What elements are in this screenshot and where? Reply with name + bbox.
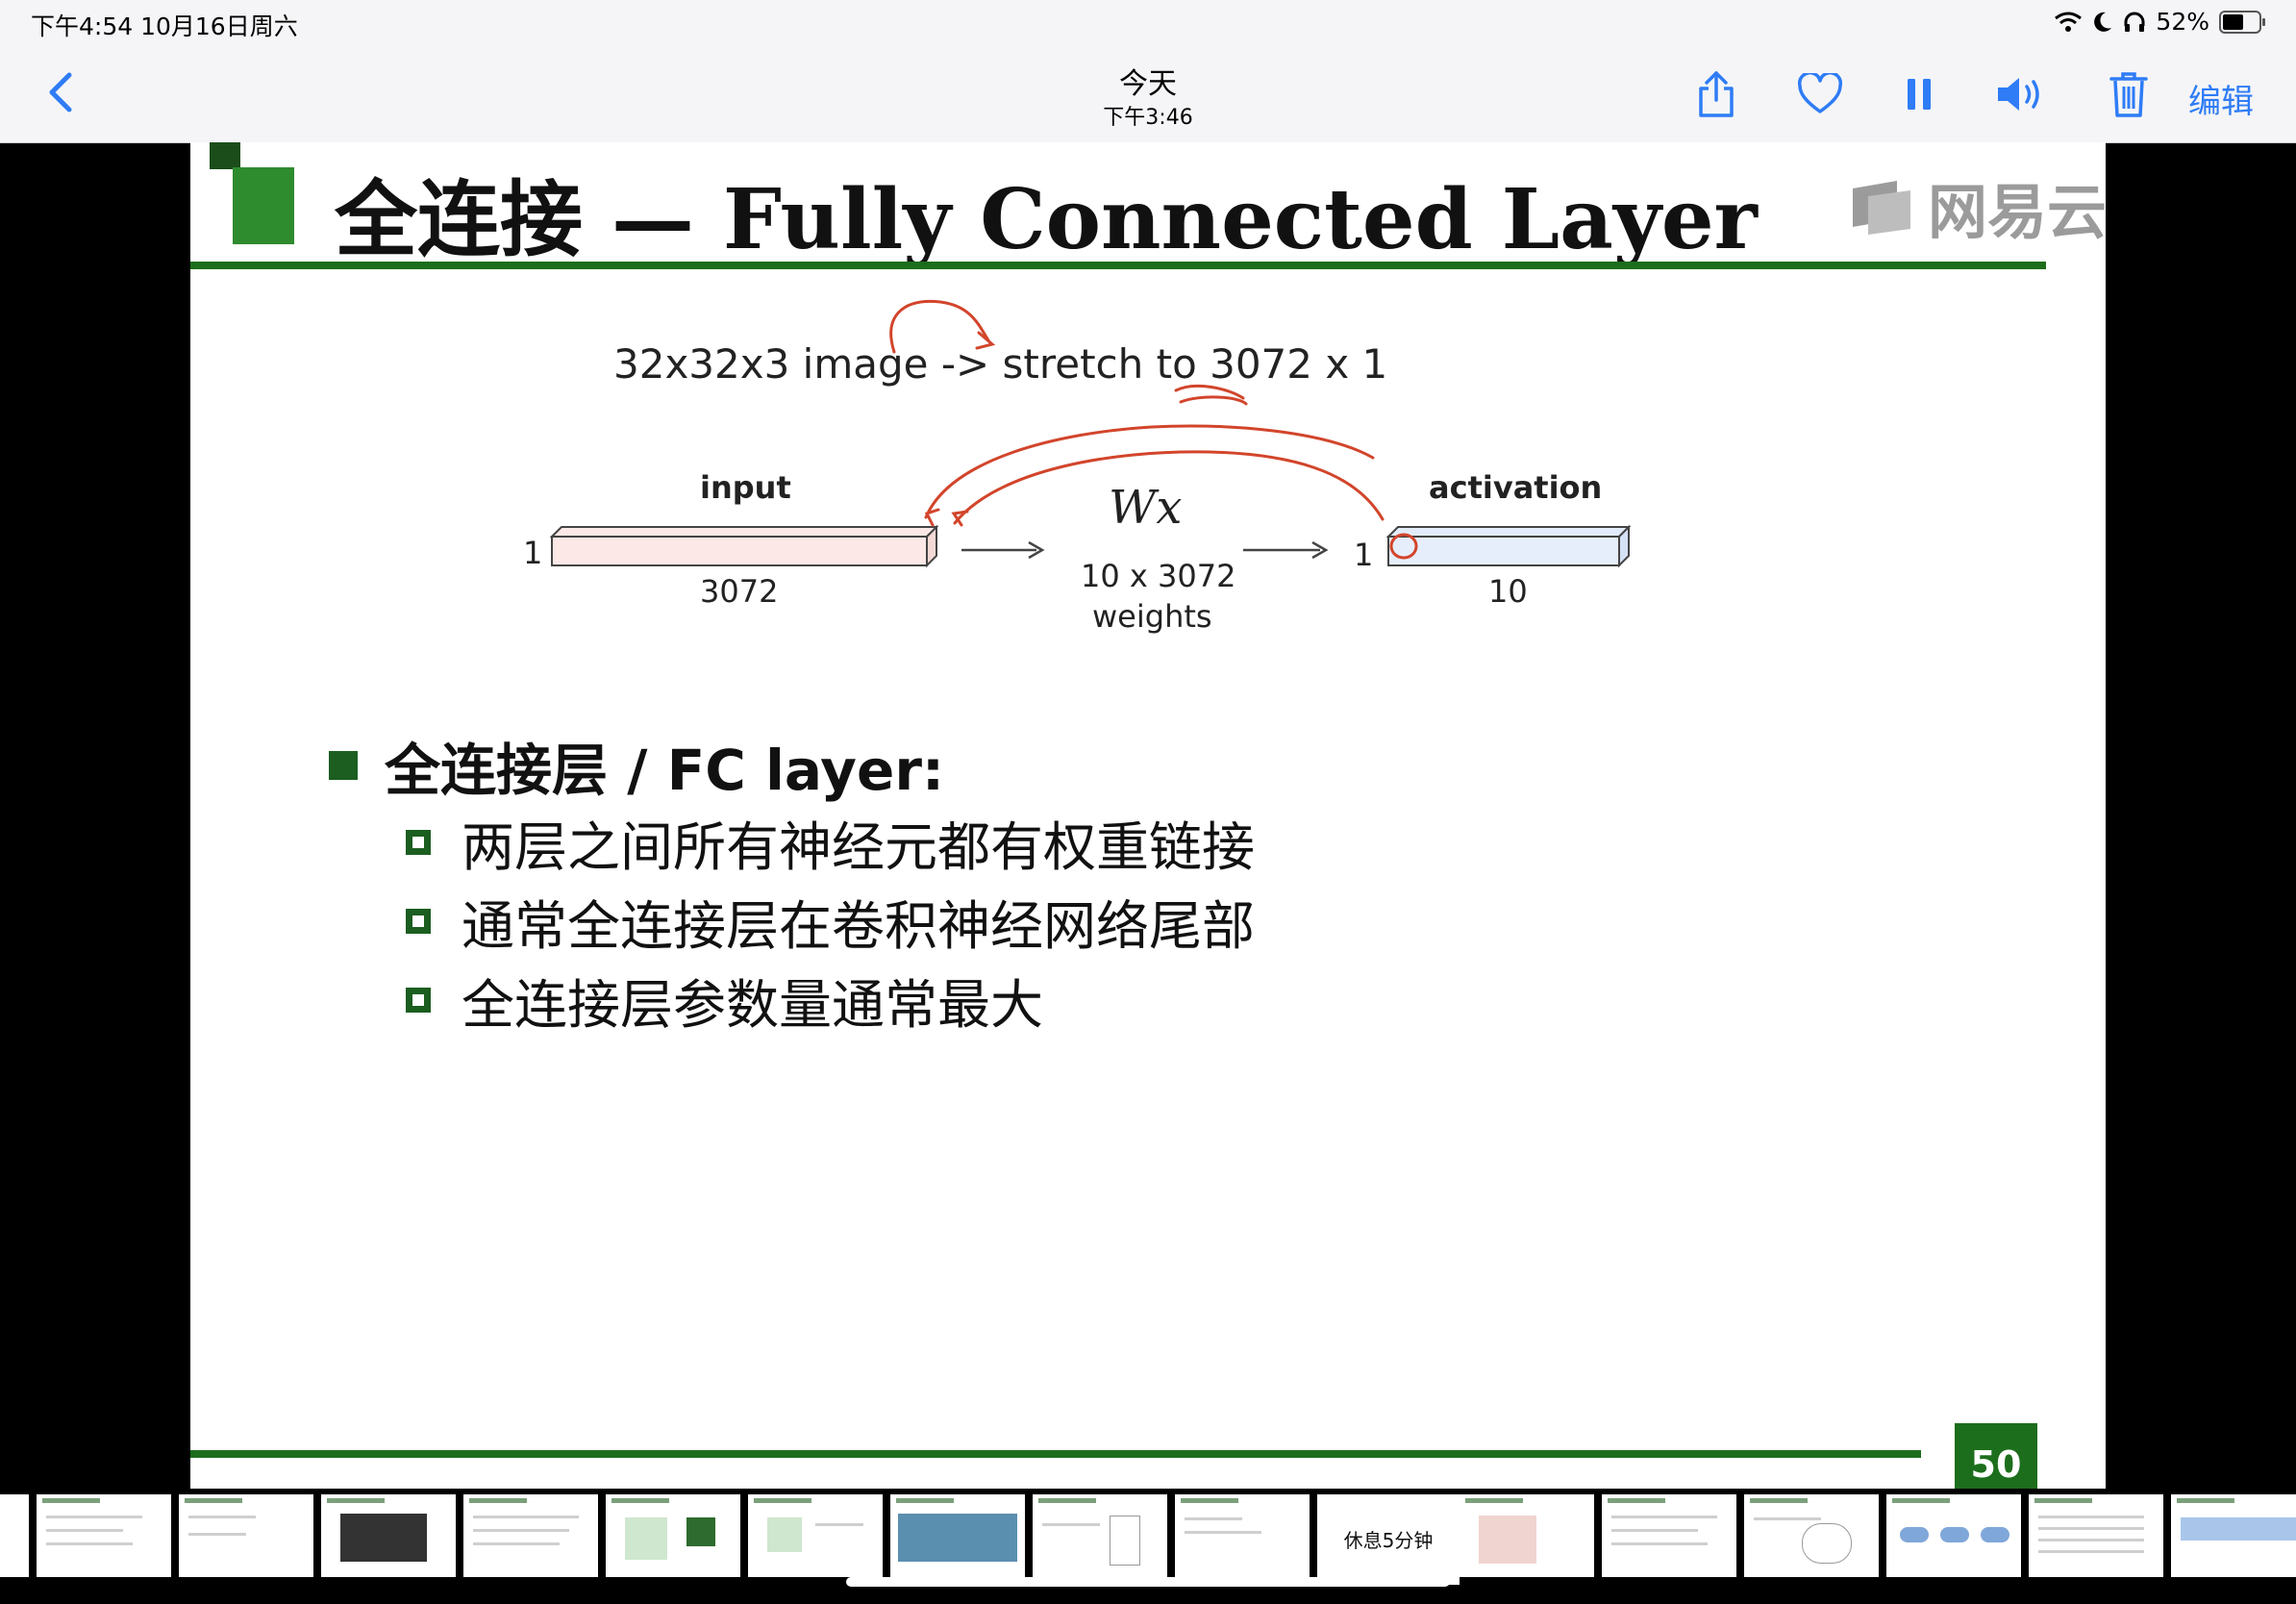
wifi-icon <box>2055 12 2083 32</box>
battery-icon <box>2219 10 2265 34</box>
heart-icon <box>1797 73 1843 113</box>
share-button[interactable] <box>1689 67 1743 121</box>
thumbnail[interactable] <box>1602 1494 1736 1577</box>
arrow-weights-to-output <box>1243 540 1329 560</box>
moon-icon <box>2094 12 2112 32</box>
edit-button[interactable]: 编辑 <box>2188 75 2254 122</box>
thumbnail[interactable] <box>606 1494 740 1577</box>
pause-icon <box>1908 79 1931 110</box>
hollow-square-bullet-icon <box>406 909 431 934</box>
thumbnail[interactable] <box>2029 1494 2163 1577</box>
thumbnail[interactable] <box>2171 1494 2296 1577</box>
battery-percent: 52% <box>2156 8 2209 36</box>
favorite-button[interactable] <box>1793 67 1847 121</box>
nav-subtitle: 下午3:46 <box>1103 106 1193 130</box>
share-icon <box>1699 71 1734 117</box>
volume-button[interactable] <box>1994 67 2048 121</box>
weights-word: weights <box>1092 598 1212 635</box>
thumbnail[interactable] <box>321 1494 456 1577</box>
output-height: 1 <box>1354 537 1374 573</box>
main-bullet: 全连接层 / FC layer: <box>329 725 944 806</box>
weights-dimension: 10 x 3072 <box>1081 558 1236 594</box>
delete-button[interactable] <box>2102 67 2156 121</box>
headphones-icon <box>2124 12 2145 32</box>
output-width: 10 <box>1488 573 1528 610</box>
thumbnail[interactable] <box>890 1494 1025 1577</box>
pause-button[interactable] <box>1892 67 1946 121</box>
nav-title: 今天 <box>1119 67 1177 101</box>
bottom-divider <box>190 1450 1921 1458</box>
status-bar: 下午4:54 10月16日周六 52% <box>0 0 2296 46</box>
thumbnail[interactable] <box>463 1494 598 1577</box>
thumbnail[interactable] <box>1744 1494 1879 1577</box>
status-time-date: 下午4:54 10月16日周六 <box>31 13 298 40</box>
page-number-badge: 50 <box>1955 1423 2037 1489</box>
sub-bullet-2: 通常全连接层在卷积神经网络尾部 <box>406 883 1255 960</box>
thumbnail[interactable] <box>748 1494 883 1577</box>
thumbnail[interactable] <box>1886 1494 2021 1577</box>
input-height: 1 <box>523 535 543 571</box>
back-button[interactable] <box>38 65 85 119</box>
wx-formula: Wx <box>1109 481 1183 535</box>
input-width: 3072 <box>700 573 779 610</box>
home-indicator[interactable] <box>846 1577 1450 1587</box>
main-bullet-text: 全连接层 / FC layer: <box>385 738 945 803</box>
handwritten-annotations <box>889 299 1418 560</box>
sub-bullet-1: 两层之间所有神经元都有权重链接 <box>406 804 1255 881</box>
photo-navbar: 今天 下午3:46 编辑 <box>0 46 2296 143</box>
sub-bullet-3: 全连接层参数量通常最大 <box>406 962 1043 1039</box>
thumbnail-selected[interactable]: 休息5分钟 <box>1317 1494 1460 1585</box>
speaker-icon <box>1998 78 2039 111</box>
sub-bullet-text: 通常全连接层在卷积神经网络尾部 <box>462 895 1256 957</box>
rest-slide-text: 休息5分钟 <box>1343 1529 1434 1552</box>
thumbnail[interactable] <box>1460 1494 1594 1577</box>
arrow-input-to-weights <box>961 540 1045 560</box>
sub-bullet-text: 全连接层参数量通常最大 <box>462 974 1044 1036</box>
thumbnail-strip[interactable]: 休息5分钟 <box>0 1489 2296 1604</box>
thumbnail[interactable] <box>37 1494 171 1577</box>
hollow-square-bullet-icon <box>406 830 431 855</box>
trash-icon <box>2109 72 2148 117</box>
output-vector-box <box>1385 524 1632 568</box>
slide-photo: 全连接 — Fully Connected Layer 网易云 32x32x3 … <box>190 142 2106 1489</box>
thumbnail[interactable] <box>1033 1494 1167 1577</box>
hollow-square-bullet-icon <box>406 988 431 1013</box>
chevron-left-icon <box>49 72 72 113</box>
status-right: 52% <box>2054 8 2267 36</box>
input-vector-box <box>549 524 939 568</box>
thumbnail[interactable] <box>179 1494 313 1577</box>
thumbnail[interactable] <box>1175 1494 1310 1577</box>
filled-square-bullet-icon <box>329 751 358 780</box>
sub-bullet-text: 两层之间所有神经元都有权重链接 <box>462 816 1256 878</box>
thumbnail[interactable] <box>0 1494 29 1577</box>
